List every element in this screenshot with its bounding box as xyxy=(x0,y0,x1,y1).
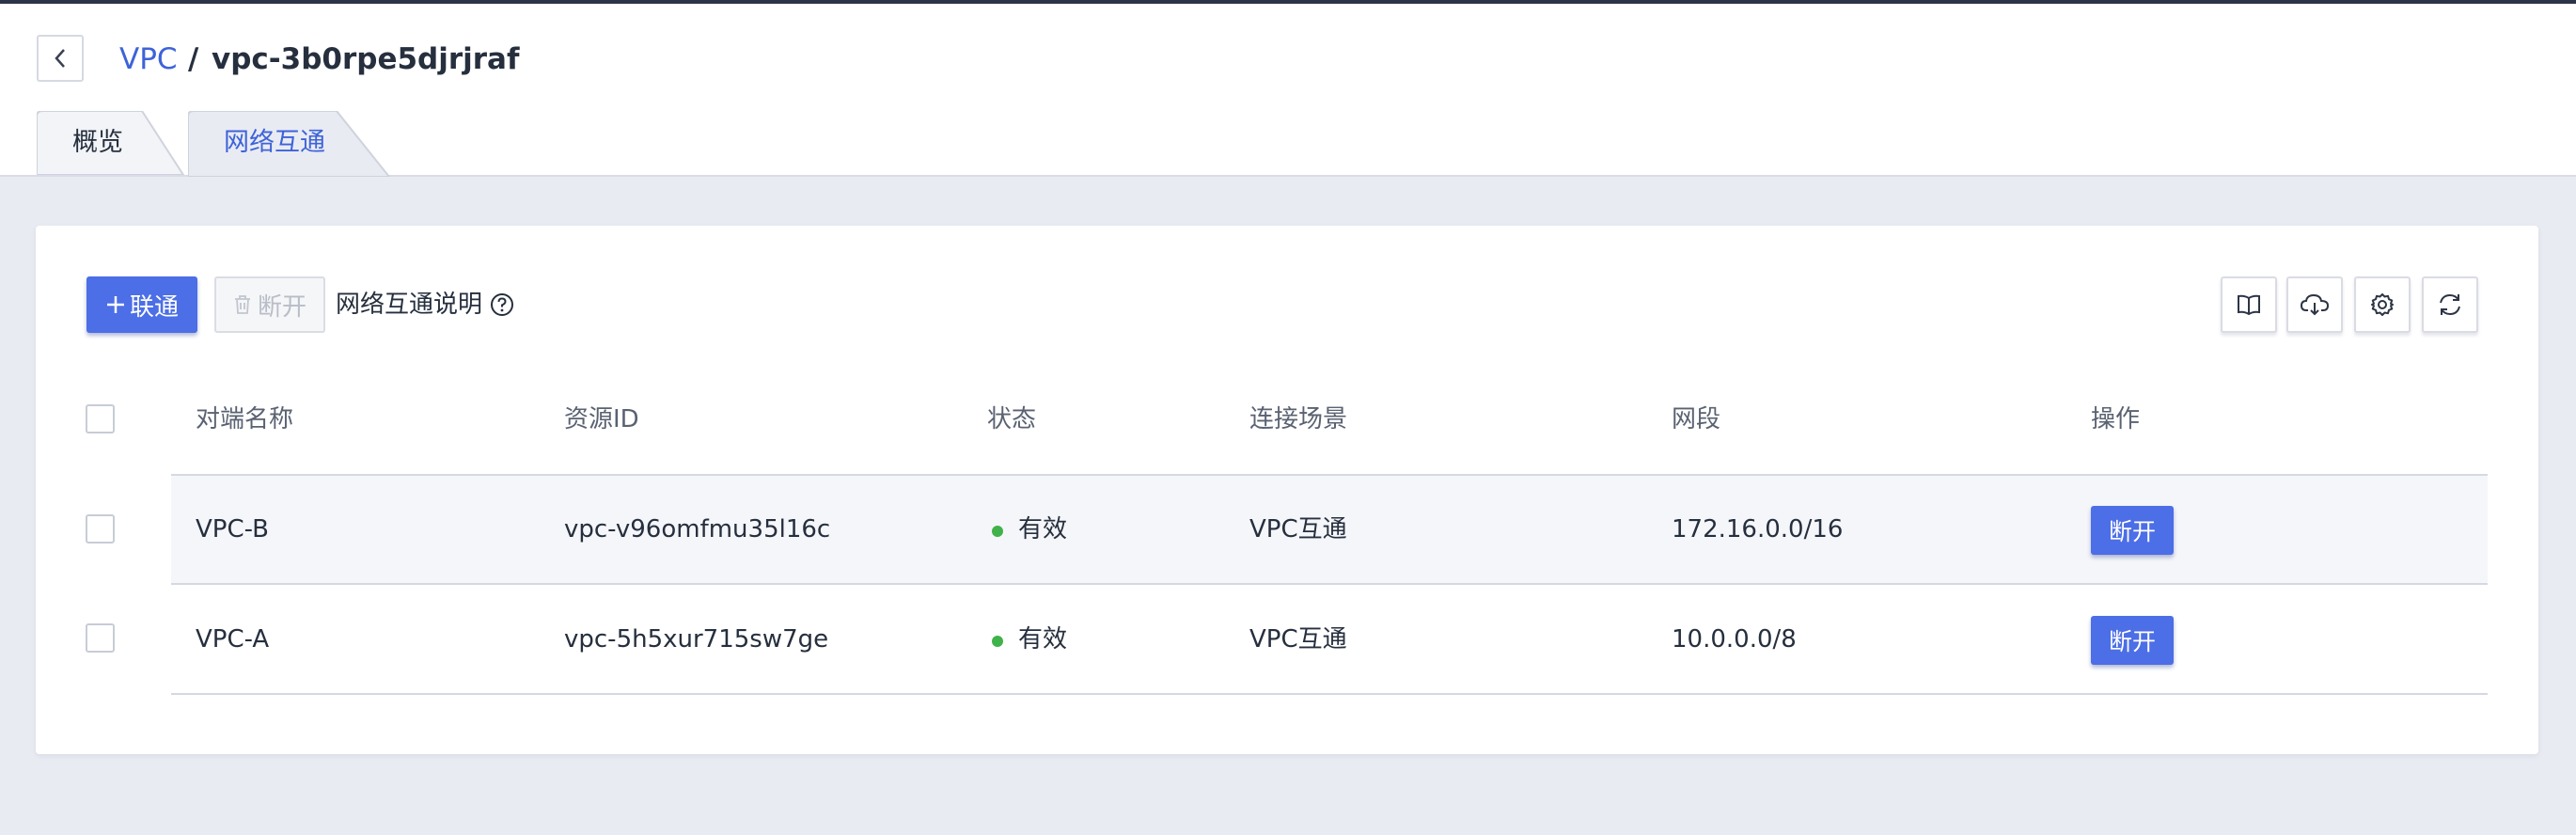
peer-name: VPC-A xyxy=(196,625,270,654)
connection-scene: VPC互通 xyxy=(1249,515,1347,544)
peer-name: VPC-B xyxy=(196,515,269,544)
disconnect-button[interactable]: 断开 xyxy=(214,276,325,333)
cloud-download-icon xyxy=(2301,293,2329,316)
column-header-status: 状态 xyxy=(987,405,1037,433)
connect-button[interactable]: 联通 xyxy=(86,276,197,333)
row-disconnect-button[interactable]: 断开 xyxy=(2091,616,2174,665)
row-disconnect-label: 断开 xyxy=(2108,518,2156,545)
disconnect-button-label: 断开 xyxy=(257,292,306,322)
status-dot xyxy=(992,526,1003,537)
trash-icon xyxy=(234,295,250,314)
chevron-left-icon xyxy=(55,49,65,68)
back-button[interactable] xyxy=(37,35,84,82)
help-link[interactable]: 网络互通说明 xyxy=(336,286,514,323)
breadcrumb-separator: / xyxy=(188,42,199,76)
resource-id: vpc-v96omfmu35l16c xyxy=(564,515,831,544)
column-header-scene: 连接场景 xyxy=(1249,405,1348,433)
column-header-resource-id: 资源ID xyxy=(564,405,639,433)
column-header-actions: 操作 xyxy=(2091,405,2141,433)
settings-button[interactable] xyxy=(2354,276,2411,333)
row-checkbox[interactable] xyxy=(86,514,115,544)
tab-overview[interactable]: 概览 xyxy=(37,111,189,175)
row-checkbox[interactable] xyxy=(86,623,115,653)
row-disconnect-label: 断开 xyxy=(2108,628,2156,655)
docs-button[interactable] xyxy=(2221,276,2277,333)
status-text: 有效 xyxy=(1018,625,1068,654)
book-icon xyxy=(2238,294,2260,315)
connection-scene: VPC互通 xyxy=(1249,625,1347,654)
gear-icon xyxy=(2371,293,2394,316)
select-all-checkbox[interactable] xyxy=(86,404,115,433)
tab-label: 概览 xyxy=(72,128,123,157)
plus-icon xyxy=(106,296,124,313)
column-header-peer-name: 对端名称 xyxy=(196,405,294,433)
status-dot xyxy=(992,636,1003,647)
row-disconnect-button[interactable]: 断开 xyxy=(2091,506,2174,555)
cidr: 172.16.0.0/16 xyxy=(1672,515,1844,544)
refresh-icon xyxy=(2440,293,2460,316)
breadcrumb-vpc-link[interactable]: VPC xyxy=(119,40,178,78)
download-button[interactable] xyxy=(2286,276,2343,333)
row-divider xyxy=(171,693,2488,695)
cidr: 10.0.0.0/8 xyxy=(1672,625,1797,654)
page-title: vpc-3b0rpe5djrjraf xyxy=(212,42,520,76)
row-divider xyxy=(171,583,2488,585)
help-label: 网络互通说明 xyxy=(336,291,483,319)
connect-button-label: 联通 xyxy=(129,292,179,322)
help-circle-icon xyxy=(491,293,514,316)
column-header-cidr: 网段 xyxy=(1672,405,1721,433)
tab-label: 网络互通 xyxy=(224,128,325,157)
tab-network-interconnect[interactable]: 网络互通 xyxy=(188,111,395,177)
page-header: VPC / vpc-3b0rpe5djrjraf 概览 网络互通 xyxy=(0,4,2576,177)
resource-id: vpc-5h5xur715sw7ge xyxy=(564,625,829,654)
refresh-button[interactable] xyxy=(2422,276,2478,333)
status-text: 有效 xyxy=(1018,515,1068,544)
